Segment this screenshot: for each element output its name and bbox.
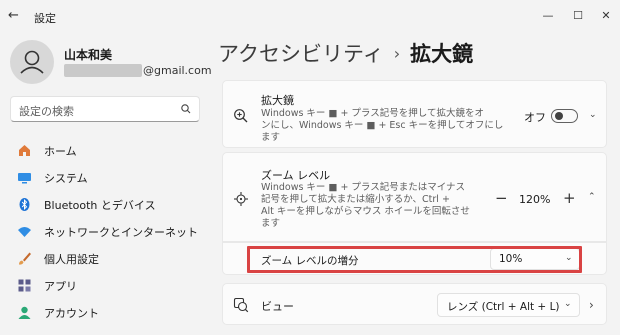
breadcrumb: アクセシビリティ › 拡大鏡	[218, 38, 473, 68]
toggle-state-label: オフ	[524, 111, 546, 124]
magnifier-toggle[interactable]	[551, 109, 578, 123]
sidebar-item-apps[interactable]: アプリ	[10, 272, 205, 299]
sidebar-item-system[interactable]: システム	[10, 164, 205, 191]
chevron-up-icon[interactable]: ⌃	[588, 192, 596, 202]
sidebar-item-personalization[interactable]: 個人用設定	[10, 245, 205, 272]
page-title: 拡大鏡	[410, 42, 474, 66]
sidebar-item-label: Bluetooth とデバイス	[44, 198, 156, 212]
sidebar-item-label: システム	[44, 171, 88, 185]
brush-icon	[16, 251, 32, 267]
description-line: ます	[261, 132, 281, 143]
description-line: Windows キー ■ + プラス記号またはマイナス	[261, 182, 466, 193]
magnifier-title: 拡大鏡	[261, 94, 294, 107]
arrow-left-icon[interactable]: ←	[8, 8, 19, 23]
description-line: Alt キーを押しながらマウス ホイールを回転させ	[261, 206, 470, 217]
magnifier-description: Windows キー ■ + プラス記号を押して拡大鏡をオ ンにし、Window…	[261, 108, 503, 144]
minimize-icon[interactable]: —	[534, 4, 562, 26]
sidebar-item-bluetooth[interactable]: Bluetooth とデバイス	[10, 191, 205, 218]
zoom-level-title: ズーム レベル	[261, 169, 331, 182]
crosshair-icon	[234, 192, 248, 206]
zoom-level-card[interactable]: ズーム レベル Windows キー ■ + プラス記号またはマイナス 記号を押…	[222, 152, 607, 242]
description-line: 記号を押して拡大または縮小するか、Ctrl +	[261, 194, 450, 205]
zoom-in-icon	[234, 109, 248, 123]
person-icon	[20, 50, 44, 74]
sidebar-item-accounts[interactable]: アカウント	[10, 299, 205, 326]
zoom-increase-button[interactable]: +	[563, 189, 576, 207]
network-icon	[16, 224, 32, 240]
sidebar-item-home[interactable]: ホーム	[10, 137, 205, 164]
zoom-decrease-button[interactable]: −	[495, 189, 508, 207]
app-title: 設定	[34, 12, 56, 25]
view-title: ビュー	[261, 300, 294, 313]
sidebar-item-label: アプリ	[44, 279, 77, 293]
search-icon[interactable]	[180, 103, 192, 115]
toggle-knob	[555, 112, 563, 120]
sidebar-item-label: 個人用設定	[44, 252, 99, 266]
close-icon[interactable]: ✕	[592, 4, 620, 26]
lens-view-icon	[233, 297, 249, 313]
highlight-box	[247, 246, 582, 273]
email-domain: @gmail.com	[143, 64, 212, 77]
zoom-level-description: Windows キー ■ + プラス記号またはマイナス 記号を押して拡大または縮…	[261, 182, 470, 230]
description-line: ンにし、Windows キー ■ + Esc キーを押してオフにし	[261, 120, 504, 131]
search-placeholder: 設定の検索	[19, 105, 74, 118]
apps-icon	[16, 278, 32, 294]
chevron-right-icon[interactable]: ›	[589, 298, 594, 312]
zoom-level-value: 120%	[519, 193, 551, 206]
view-card[interactable]: ビュー レンズ (Ctrl + Alt + L) ⌄ ›	[222, 283, 607, 325]
system-icon	[16, 170, 32, 186]
email-redacted	[64, 64, 142, 77]
description-line: ます	[261, 218, 281, 229]
search-input[interactable]: 設定の検索	[10, 96, 200, 122]
user-name: 山本和美	[64, 48, 113, 62]
bluetooth-icon	[16, 197, 32, 213]
magnifier-card[interactable]: 拡大鏡 Windows キー ■ + プラス記号を押して拡大鏡をオ ンにし、Wi…	[222, 80, 607, 148]
breadcrumb-separator: ›	[393, 43, 401, 63]
account-icon	[16, 305, 32, 321]
sidebar-item-network[interactable]: ネットワークとインターネット	[10, 218, 205, 245]
chevron-down-icon: ⌄	[564, 299, 572, 309]
sidebar-item-label: ネットワークとインターネット	[44, 225, 198, 239]
title-bar: ← 設定 — ☐ ✕	[0, 0, 620, 32]
view-dropdown[interactable]: レンズ (Ctrl + Alt + L) ⌄	[437, 293, 580, 317]
user-email: @gmail.com	[64, 64, 212, 77]
chevron-down-icon[interactable]: ⌄	[589, 110, 597, 120]
home-icon	[16, 143, 32, 159]
maximize-icon[interactable]: ☐	[564, 4, 592, 26]
dropdown-value: レンズ (Ctrl + Alt + L)	[447, 301, 560, 313]
description-line: Windows キー ■ + プラス記号を押して拡大鏡をオ	[261, 108, 484, 119]
avatar[interactable]	[10, 40, 54, 84]
sidebar-item-label: アカウント	[44, 306, 99, 320]
breadcrumb-parent[interactable]: アクセシビリティ	[218, 38, 384, 68]
sidebar-nav: ホーム システム Bluetooth とデバイス ネットワークとインターネット …	[10, 137, 205, 326]
sidebar-item-label: ホーム	[44, 144, 77, 158]
